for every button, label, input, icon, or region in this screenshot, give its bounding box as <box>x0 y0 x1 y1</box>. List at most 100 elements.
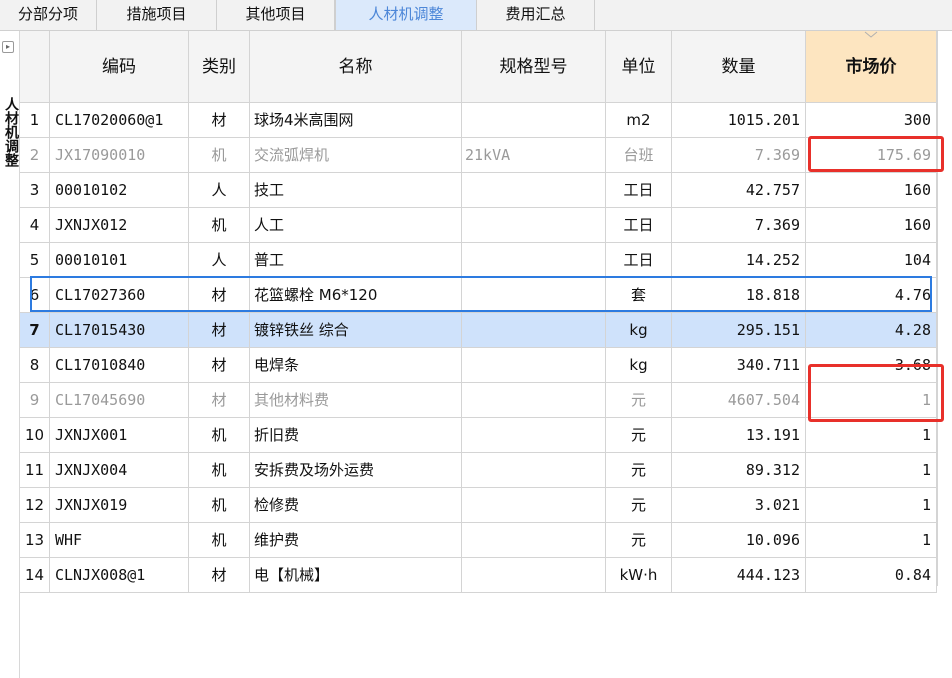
cell-name[interactable]: 电焊条 <box>250 348 462 383</box>
cell-quantity[interactable]: 10.096 <box>672 523 806 558</box>
table-row[interactable]: 2 JX17090010 机交流弧焊机 21kVA 台班 7.369 175.69 <box>20 138 952 173</box>
cell-code[interactable]: JXNJX012 <box>50 208 189 243</box>
header-unit[interactable]: 单位 <box>606 31 672 103</box>
cell-type[interactable]: 材 <box>189 348 250 383</box>
cell-type[interactable]: 机 <box>189 138 250 173</box>
cell-name[interactable]: 人工 <box>250 208 462 243</box>
cell-name[interactable]: 花篮螺栓 M6*120 <box>250 278 462 313</box>
header-type[interactable]: 类别 <box>189 31 250 103</box>
cell-code[interactable]: JX17090010 <box>50 138 189 173</box>
cell-code[interactable]: JXNJX019 <box>50 488 189 523</box>
cell-type[interactable]: 材 <box>189 383 250 418</box>
cell-type[interactable]: 材 <box>189 103 250 138</box>
cell-unit[interactable]: 工日 <box>606 243 672 278</box>
header-quantity[interactable]: 数量 <box>672 31 806 103</box>
cell-name[interactable]: 检修费 <box>250 488 462 523</box>
cell-market-price[interactable]: 1 <box>806 383 937 418</box>
cell-type[interactable]: 人 <box>189 243 250 278</box>
cell-type[interactable]: 人 <box>189 173 250 208</box>
cell-type[interactable]: 材 <box>189 278 250 313</box>
cell-market-price[interactable]: 1 <box>806 418 937 453</box>
cell-spec[interactable] <box>462 208 606 243</box>
cell-code[interactable]: CL17045690 <box>50 383 189 418</box>
cell-code[interactable]: JXNJX001 <box>50 418 189 453</box>
cell-quantity[interactable]: 340.711 <box>672 348 806 383</box>
cell-quantity[interactable]: 42.757 <box>672 173 806 208</box>
header-name[interactable]: 名称 <box>250 31 462 103</box>
table-row[interactable]: 1 CL17020060@1 材球场4米高围网 m2 1015.201 300 <box>20 103 952 138</box>
cell-quantity[interactable]: 444.123 <box>672 558 806 593</box>
cell-spec[interactable] <box>462 278 606 313</box>
cell-name[interactable]: 其他材料费 <box>250 383 462 418</box>
table-row[interactable]: 12 JXNJX019 机检修费 元 3.021 1 <box>20 488 952 523</box>
cell-name[interactable]: 镀锌铁丝 综合 <box>250 313 462 348</box>
cell-spec[interactable] <box>462 383 606 418</box>
table-row[interactable]: 11 JXNJX004 机安拆费及场外运费 元 89.312 1 <box>20 453 952 488</box>
table-row[interactable]: 3 00010102 人技工 工日 42.757 160 <box>20 173 952 208</box>
cell-unit[interactable]: 元 <box>606 523 672 558</box>
cell-spec[interactable] <box>462 523 606 558</box>
cell-market-price[interactable]: 0.84 <box>806 558 937 593</box>
table-row[interactable]: 14 CLNJX008@1 材电【机械】 kW·h 444.123 0.84 <box>20 558 952 593</box>
cell-name[interactable]: 技工 <box>250 173 462 208</box>
table-row[interactable]: 10 JXNJX001 机折旧费 元 13.191 1 <box>20 418 952 453</box>
cell-type[interactable]: 材 <box>189 558 250 593</box>
cell-unit[interactable]: 台班 <box>606 138 672 173</box>
cell-unit[interactable]: 工日 <box>606 208 672 243</box>
cell-market-price[interactable]: 1 <box>806 488 937 523</box>
cell-quantity[interactable]: 18.818 <box>672 278 806 313</box>
cell-quantity[interactable]: 4607.504 <box>672 383 806 418</box>
cell-name[interactable]: 球场4米高围网 <box>250 103 462 138</box>
tab-qitaxiangmu[interactable]: 其他项目 <box>217 0 335 30</box>
cell-unit[interactable]: 元 <box>606 418 672 453</box>
tab-cuoshixiangmu[interactable]: 措施项目 <box>97 0 217 30</box>
cell-spec[interactable] <box>462 243 606 278</box>
cell-spec[interactable] <box>462 453 606 488</box>
cell-spec[interactable] <box>462 488 606 523</box>
cell-market-price[interactable]: 3.68 <box>806 348 937 383</box>
table-row[interactable]: 9 CL17045690 材其他材料费 元 4607.504 1 <box>20 383 952 418</box>
cell-code[interactable]: CL17010840 <box>50 348 189 383</box>
cell-quantity[interactable]: 7.369 <box>672 208 806 243</box>
cell-spec[interactable] <box>462 348 606 383</box>
cell-spec[interactable]: 21kVA <box>462 138 606 173</box>
cell-market-price[interactable]: 160 <box>806 208 937 243</box>
cell-spec[interactable] <box>462 173 606 208</box>
cell-code[interactable]: 00010102 <box>50 173 189 208</box>
cell-spec[interactable] <box>462 313 606 348</box>
cell-unit[interactable]: 套 <box>606 278 672 313</box>
header-market-price[interactable]: 市场价 <box>806 31 937 103</box>
cell-name[interactable]: 普工 <box>250 243 462 278</box>
cell-market-price[interactable]: 104 <box>806 243 937 278</box>
cell-code[interactable]: 00010101 <box>50 243 189 278</box>
cell-name[interactable]: 折旧费 <box>250 418 462 453</box>
cell-market-price[interactable]: 175.69 <box>806 138 937 173</box>
table-row[interactable]: 5 00010101 人普工 工日 14.252 104 <box>20 243 952 278</box>
cell-code[interactable]: CL17015430 <box>50 313 189 348</box>
cell-unit[interactable]: 元 <box>606 383 672 418</box>
cell-spec[interactable] <box>462 103 606 138</box>
cell-market-price[interactable]: 4.28 <box>806 313 937 348</box>
cell-type[interactable]: 机 <box>189 523 250 558</box>
cell-unit[interactable]: 元 <box>606 488 672 523</box>
cell-market-price[interactable]: 1 <box>806 523 937 558</box>
side-panel-label[interactable]: 人材机调整 <box>0 97 19 167</box>
cell-unit[interactable]: m2 <box>606 103 672 138</box>
cell-code[interactable]: JXNJX004 <box>50 453 189 488</box>
table-row[interactable]: 6 CL17027360 材花篮螺栓 M6*120 套 18.818 4.76 <box>20 278 952 313</box>
cell-name[interactable]: 维护费 <box>250 523 462 558</box>
cell-name[interactable]: 交流弧焊机 <box>250 138 462 173</box>
cell-market-price[interactable]: 300 <box>806 103 937 138</box>
cell-type[interactable]: 机 <box>189 208 250 243</box>
cell-quantity[interactable]: 3.021 <box>672 488 806 523</box>
cell-unit[interactable]: kg <box>606 348 672 383</box>
cell-market-price[interactable]: 1 <box>806 453 937 488</box>
cell-market-price[interactable]: 160 <box>806 173 937 208</box>
cell-quantity[interactable]: 7.369 <box>672 138 806 173</box>
cell-type[interactable]: 材 <box>189 313 250 348</box>
tab-feiyong-huizong[interactable]: 费用汇总 <box>477 0 595 30</box>
table-row[interactable]: 4 JXNJX012 机人工 工日 7.369 160 <box>20 208 952 243</box>
header-code[interactable]: 编码 <box>50 31 189 103</box>
cell-type[interactable]: 机 <box>189 453 250 488</box>
cell-code[interactable]: WHF <box>50 523 189 558</box>
